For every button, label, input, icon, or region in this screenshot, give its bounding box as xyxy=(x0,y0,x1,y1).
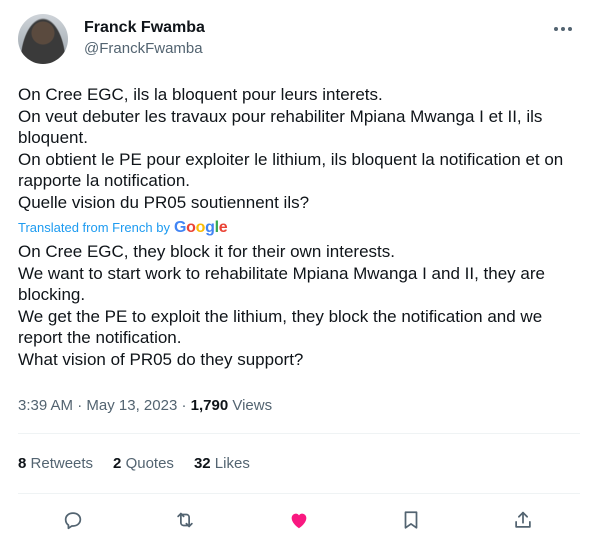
retweet-icon[interactable] xyxy=(172,507,198,533)
author-name[interactable]: Franck Fwamba xyxy=(84,18,205,38)
likes-stat[interactable]: 32 Likes xyxy=(194,454,250,474)
translation-label[interactable]: Translated from French by Google xyxy=(18,219,228,237)
meta-separator: · xyxy=(181,397,187,414)
tweet-translation: On Cree EGC, they block it for their own… xyxy=(18,242,545,369)
tweet-text: On Cree EGC, ils la bloquent pour leurs … xyxy=(18,85,564,212)
retweets-stat[interactable]: 8 Retweets xyxy=(18,454,93,474)
likes-label: Likes xyxy=(214,455,250,472)
translated-from-text: Translated from French by xyxy=(18,220,170,235)
retweets-count: 8 xyxy=(18,455,27,472)
bookmark-icon[interactable] xyxy=(398,507,424,533)
action-bar xyxy=(0,500,598,540)
tweet-stats: 8 Retweets 2 Quotes 32 Likes xyxy=(18,454,250,474)
author-handle[interactable]: @FranckFwamba xyxy=(84,39,203,59)
tweet-header: Franck Fwamba @FranckFwamba xyxy=(18,14,580,64)
meta-separator: · xyxy=(77,397,83,414)
retweets-label: Retweets xyxy=(30,455,94,472)
more-options-icon[interactable] xyxy=(550,18,576,40)
tweet-meta: 3:39 AM · May 13, 2023 · 1,790 Views xyxy=(18,396,272,416)
reply-icon[interactable] xyxy=(60,507,86,533)
quotes-label: Quotes xyxy=(125,455,174,472)
views-label: Views xyxy=(232,397,273,414)
likes-count: 32 xyxy=(193,455,211,472)
google-logo: Google xyxy=(173,219,228,236)
quotes-stat[interactable]: 2 Quotes xyxy=(113,454,174,474)
quotes-count: 2 xyxy=(113,455,122,472)
divider xyxy=(18,493,580,494)
avatar[interactable] xyxy=(18,14,68,64)
divider xyxy=(18,433,580,434)
views-count: 1,790 xyxy=(190,397,229,414)
share-icon[interactable] xyxy=(510,507,536,533)
tweet-date[interactable]: May 13, 2023 xyxy=(86,397,177,414)
tweet-time[interactable]: 3:39 AM xyxy=(18,397,73,414)
like-icon[interactable] xyxy=(286,507,312,533)
